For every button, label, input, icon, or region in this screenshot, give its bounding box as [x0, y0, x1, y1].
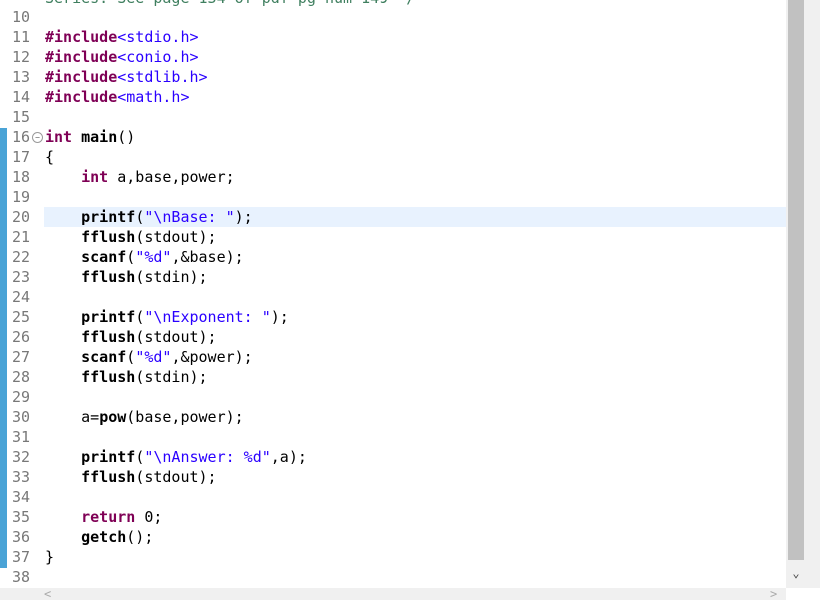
code-line[interactable]: 32 printf("\nAnswer: %d",a);	[0, 447, 786, 467]
line-number: 20	[12, 208, 31, 226]
code-text: #include<conio.h>	[45, 48, 199, 66]
code-line[interactable]: 10	[0, 7, 786, 27]
code-text: printf("\nExponent: ");	[81, 308, 289, 326]
code-line[interactable]: 12 #include<conio.h>	[0, 47, 786, 67]
collapse-icon[interactable]: −	[32, 132, 43, 143]
code-line[interactable]: 19	[0, 187, 786, 207]
code-line[interactable]: 36 getch();	[0, 527, 786, 547]
code-line[interactable]: 34	[0, 487, 786, 507]
line-number: 13	[12, 68, 31, 86]
code-text: return 0;	[81, 508, 163, 526]
line-number: 18	[12, 168, 31, 186]
code-text: scanf("%d",&base);	[81, 248, 244, 266]
code-line[interactable]: 31	[0, 427, 786, 447]
code-text: getch();	[81, 528, 154, 546]
line-number: 26	[12, 328, 31, 346]
code-line[interactable]: 24	[0, 287, 786, 307]
code-text: fflush(stdout);	[81, 328, 217, 346]
code-line[interactable]: 33 fflush(stdout);	[0, 467, 786, 487]
line-number: 24	[12, 288, 31, 306]
line-number: 15	[12, 108, 31, 126]
line-number: 38	[12, 568, 31, 586]
line-number: 21	[12, 228, 31, 246]
line-number: 25	[12, 308, 31, 326]
code-text: #include<stdlib.h>	[45, 68, 208, 86]
line-number: 28	[12, 368, 31, 386]
line-number: 33	[12, 468, 31, 486]
line-number: 17	[12, 148, 31, 166]
code-editor[interactable]: Series: See page 134 of pdf pg num 149 *…	[0, 0, 786, 588]
line-number: 11	[12, 28, 31, 46]
line-number: 14	[12, 88, 31, 106]
code-text: a=pow(base,power);	[45, 408, 244, 426]
line-number: 10	[12, 8, 31, 26]
line-number: 37	[12, 548, 31, 566]
code-text: #include<stdio.h>	[45, 28, 199, 46]
code-text: printf("\nAnswer: %d",a);	[81, 448, 307, 466]
vertical-scrollbar[interactable]: ⌄	[786, 0, 820, 588]
chevron-right-icon[interactable]: >	[770, 588, 777, 600]
horizontal-scrollbar[interactable]: < >	[0, 588, 786, 600]
code-line[interactable]: 13 #include<stdlib.h>	[0, 67, 786, 87]
line-number: 12	[12, 48, 31, 66]
code-text: int a,base,power;	[81, 168, 235, 186]
code-text: fflush(stdin);	[81, 268, 208, 286]
code-line[interactable]: 29	[0, 387, 786, 407]
line-number: 29	[12, 388, 31, 406]
code-text: fflush(stdin);	[81, 368, 208, 386]
code-line[interactable]: 28 fflush(stdin);	[0, 367, 786, 387]
code-line[interactable]: 15	[0, 107, 786, 127]
line-number: 36	[12, 528, 31, 546]
code-line[interactable]: 30 a=pow(base,power);	[0, 407, 786, 427]
code-line[interactable]: 18 int a,base,power;	[0, 167, 786, 187]
code-line[interactable]: 17 {	[0, 147, 786, 167]
line-number: 35	[12, 508, 31, 526]
code-text: }	[45, 548, 55, 566]
vertical-scroll-thumb[interactable]	[788, 0, 804, 560]
line-number: 32	[12, 448, 31, 466]
code-line[interactable]: 37}	[0, 547, 786, 567]
line-number: 22	[12, 248, 31, 266]
code-line[interactable]: 27 scanf("%d",&power);	[0, 347, 786, 367]
code-line[interactable]: 14 #include<math.h>	[0, 87, 786, 107]
code-text: fflush(stdout);	[81, 468, 217, 486]
chevron-left-icon[interactable]: <	[44, 588, 51, 600]
code-line[interactable]: 22 scanf("%d",&base);	[0, 247, 786, 267]
chevron-down-icon[interactable]: ⌄	[790, 566, 802, 580]
code-line[interactable]: 23 fflush(stdin);	[0, 267, 786, 287]
code-line[interactable]: 38	[0, 567, 786, 587]
line-number: 30	[12, 408, 31, 426]
line-number: 31	[12, 428, 31, 446]
code-line[interactable]: 26 fflush(stdout);	[0, 327, 786, 347]
code-line[interactable]: 20 printf("\nBase: ");	[0, 207, 786, 227]
code-text: {	[45, 148, 55, 166]
code-text: fflush(stdout);	[81, 228, 217, 246]
code-line[interactable]: 16− int main()	[0, 127, 786, 147]
code-line[interactable]: 11 #include<stdio.h>	[0, 27, 786, 47]
code-text: printf("\nBase: ");	[81, 208, 253, 226]
line-number: 27	[12, 348, 31, 366]
line-number: 23	[12, 268, 31, 286]
code-text: int main()	[45, 128, 136, 146]
code-text: #include<math.h>	[45, 88, 190, 106]
code-line[interactable]: 35 return 0;	[0, 507, 786, 527]
code-text: scanf("%d",&power);	[81, 348, 253, 366]
code-line[interactable]: 21 fflush(stdout);	[0, 227, 786, 247]
line-number: 34	[12, 488, 31, 506]
code-line[interactable]: 25 printf("\nExponent: ");	[0, 307, 786, 327]
line-number: 19	[12, 188, 31, 206]
